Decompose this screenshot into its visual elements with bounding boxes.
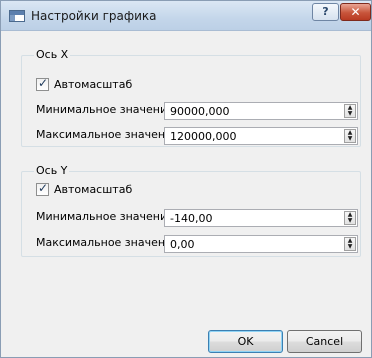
axis-y-group-title: Ось Y — [34, 164, 70, 177]
axis-x-max-label: Максимальное значение — [36, 128, 179, 141]
axis-x-min-spinbox[interactable]: 90000,000 ▲ ▼ — [164, 102, 358, 120]
help-button[interactable]: ? — [312, 3, 339, 21]
cancel-button[interactable]: Cancel — [287, 330, 362, 353]
spin-buttons: ▲ ▼ — [344, 129, 356, 143]
axis-x-max-value[interactable]: 120000,000 — [170, 129, 236, 144]
settings-dialog: Настройки графика ? ✕ Ось X ✓ Автомасшта… — [0, 0, 372, 358]
axis-y-min-label: Минимальное значение — [36, 210, 174, 223]
window-icon — [9, 10, 25, 22]
spin-down-icon[interactable]: ▼ — [345, 244, 355, 250]
checkbox-box[interactable]: ✓ — [36, 75, 49, 91]
spin-down-icon[interactable]: ▼ — [345, 218, 355, 224]
spin-down-icon[interactable]: ▼ — [345, 136, 355, 142]
spin-down-icon[interactable]: ▼ — [345, 111, 355, 117]
axis-y-autoscale-checkbox[interactable]: ✓ Автомасштаб — [36, 180, 133, 196]
axis-x-min-label: Минимальное значение — [36, 103, 174, 116]
close-button[interactable]: ✕ — [340, 3, 371, 21]
checkmark-icon: ✓ — [38, 180, 49, 195]
title-bar[interactable]: Настройки графика ? ✕ — [1, 1, 371, 31]
axis-y-max-spinbox[interactable]: 0,00 ▲ ▼ — [164, 235, 358, 253]
ok-button[interactable]: OK — [208, 330, 283, 353]
spin-buttons: ▲ ▼ — [344, 104, 356, 118]
axis-x-min-value[interactable]: 90000,000 — [170, 104, 230, 119]
axis-y-max-value[interactable]: 0,00 — [170, 237, 195, 252]
axis-x-max-spinbox[interactable]: 120000,000 ▲ ▼ — [164, 127, 358, 145]
window-title: Настройки графика — [31, 9, 157, 23]
checkbox-box[interactable]: ✓ — [36, 180, 49, 196]
axis-x-group-title: Ось X — [34, 48, 71, 61]
axis-x-autoscale-checkbox[interactable]: ✓ Автомасштаб — [36, 75, 133, 91]
axis-y-min-spinbox[interactable]: -140,00 ▲ ▼ — [164, 209, 358, 227]
axis-y-min-value[interactable]: -140,00 — [170, 211, 212, 226]
spin-buttons: ▲ ▼ — [344, 211, 356, 225]
axis-y-autoscale-label: Автомасштаб — [54, 182, 133, 196]
checkmark-icon: ✓ — [38, 75, 49, 90]
axis-y-max-label: Максимальное значение — [36, 236, 179, 249]
spin-buttons: ▲ ▼ — [344, 237, 356, 251]
axis-x-autoscale-label: Автомасштаб — [54, 77, 133, 91]
